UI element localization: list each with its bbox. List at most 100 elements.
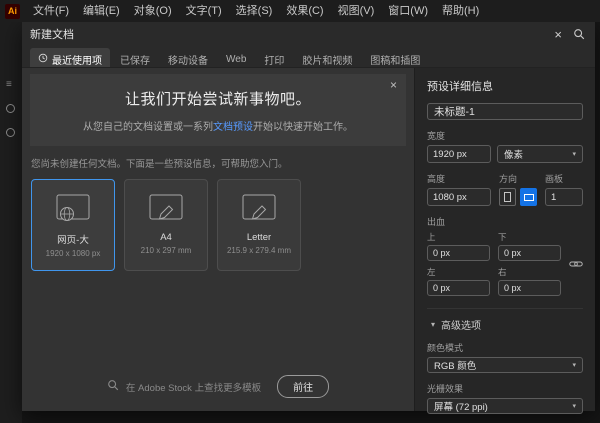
preset-cards: 网页-大 1920 x 1080 px A4 210 x 297 mm (31, 179, 405, 271)
bleed-bottom-label: 下 (498, 231, 561, 243)
color-mode-select[interactable]: RGB 颜色 ▾ (427, 357, 583, 373)
color-mode-value: RGB 颜色 (434, 358, 476, 372)
chevron-down-icon: ▾ (572, 150, 576, 158)
menu-item-help[interactable]: 帮助(H) (435, 0, 486, 22)
bleed-left-value: 0 px (433, 283, 450, 293)
banner-close-icon[interactable]: × (390, 78, 397, 92)
banner-subtitle-text: 从您自己的文档设置或一系列 (83, 122, 213, 133)
bleed-bottom-value: 0 px (504, 248, 521, 258)
intro-text: 您尚未创建任何文档。下面是一些预设信息，可帮助您入门。 (31, 156, 405, 170)
menu-item-select[interactable]: 选择(S) (229, 0, 280, 22)
tool-circle-icon[interactable] (6, 104, 15, 113)
orientation-landscape-button[interactable] (520, 188, 537, 206)
preset-size: 215.9 x 279.4 mm (227, 246, 291, 255)
menu-item-type[interactable]: 文字(T) (179, 0, 229, 22)
preset-card-a4[interactable]: A4 210 x 297 mm (124, 179, 208, 271)
menu-item-window[interactable]: 窗口(W) (381, 0, 435, 22)
print-document-icon (146, 192, 186, 226)
raster-effects-label: 光栅效果 (427, 382, 583, 395)
preset-tabs: 最近使用项 已保存 移动设备 Web 打印 胶片和视频 图稿和插图 (22, 46, 595, 68)
illustrator-window: Ai 文件(F) 编辑(E) 对象(O) 文字(T) 选择(S) 效果(C) 视… (0, 0, 600, 423)
new-document-dialog: 新建文档 × 最近使用项 已保存 移动设备 Web 打印 胶片和视频 图稿和插图 (22, 22, 595, 411)
print-document-icon (239, 192, 279, 226)
bleed-left-input[interactable]: 0 px (427, 280, 490, 296)
artboard-label: 画板 (545, 172, 583, 185)
background-toolbar: ≡ (0, 22, 22, 423)
menu-item-effect[interactable]: 效果(C) (279, 0, 330, 22)
unit-value: 像素 (504, 147, 523, 161)
dialog-titlebar: 新建文档 × (22, 22, 595, 46)
menu-item-file[interactable]: 文件(F) (26, 0, 76, 22)
orientation-portrait-button[interactable] (499, 188, 516, 206)
preset-card-letter[interactable]: Letter 215.9 x 279.4 mm (217, 179, 301, 271)
menu-item-edit[interactable]: 编辑(E) (76, 0, 127, 22)
search-icon[interactable] (569, 28, 587, 40)
advanced-options-toggle[interactable]: ▾ 高级选项 (427, 308, 583, 332)
document-presets-link[interactable]: 文档预设 (213, 122, 253, 133)
tab-print[interactable]: 打印 (256, 48, 292, 67)
bleed-label: 出血 (427, 215, 583, 228)
preset-size: 210 x 297 mm (141, 246, 192, 255)
close-icon[interactable]: × (547, 27, 569, 42)
welcome-banner: × 让我们开始尝试新事物吧。 从您自己的文档设置或一系列文档预设开始以快速开始工… (30, 74, 406, 146)
chevron-down-icon: ▾ (431, 320, 435, 329)
banner-subtitle: 从您自己的文档设置或一系列文档预设开始以快速开始工作。 (42, 118, 394, 133)
tab-web[interactable]: Web (218, 48, 254, 67)
orientation-label: 方向 (499, 172, 537, 185)
width-value: 1920 px (433, 149, 467, 160)
menu-item-view[interactable]: 视图(V) (331, 0, 382, 22)
tab-mobile[interactable]: 移动设备 (160, 48, 216, 67)
bleed-right-input[interactable]: 0 px (498, 280, 561, 296)
width-label: 宽度 (427, 129, 583, 142)
bleed-top-label: 上 (427, 231, 490, 243)
width-input[interactable]: 1920 px (427, 145, 491, 163)
menu-bar: Ai 文件(F) 编辑(E) 对象(O) 文字(T) 选择(S) 效果(C) 视… (0, 0, 600, 22)
height-value: 1080 px (433, 192, 467, 203)
preset-name: Letter (247, 232, 271, 243)
color-mode-label: 颜色模式 (427, 341, 583, 354)
panel-header: 预设详细信息 (427, 78, 583, 94)
stock-search-placeholder: 在 Adobe Stock 上查找更多模板 (126, 380, 261, 394)
tab-art-illustration[interactable]: 图稿和插图 (362, 48, 428, 67)
bleed-right-value: 0 px (504, 283, 521, 293)
preset-details-panel: 预设详细信息 未标题-1 宽度 1920 px 像素 ▾ 高度 1080 px (414, 68, 595, 411)
preset-name: A4 (160, 232, 172, 243)
height-label: 高度 (427, 172, 491, 185)
tab-label: 最近使用项 (52, 52, 102, 67)
banner-subtitle-text: 开始以快速开始工作。 (253, 122, 353, 133)
bleed-top-input[interactable]: 0 px (427, 245, 490, 261)
unit-select[interactable]: 像素 ▾ (497, 145, 583, 163)
menu-item-object[interactable]: 对象(O) (127, 0, 179, 22)
stock-search-input[interactable]: 在 Adobe Stock 上查找更多模板 (107, 378, 261, 396)
tab-recent[interactable]: 最近使用项 (30, 48, 110, 67)
bleed-bottom-input[interactable]: 0 px (498, 245, 561, 261)
raster-effects-select[interactable]: 屏幕 (72 ppi) ▾ (427, 398, 583, 414)
preset-card-web-large[interactable]: 网页-大 1920 x 1080 px (31, 179, 115, 271)
clock-icon (38, 53, 48, 66)
go-button[interactable]: 前往 (277, 375, 329, 398)
stock-search-row: 在 Adobe Stock 上查找更多模板 前往 (22, 375, 414, 398)
hamburger-icon[interactable]: ≡ (6, 80, 12, 90)
bleed-left-label: 左 (427, 266, 490, 278)
tab-saved[interactable]: 已保存 (112, 48, 158, 67)
tab-film-video[interactable]: 胶片和视频 (294, 48, 360, 67)
raster-effects-value: 屏幕 (72 ppi) (434, 399, 488, 413)
document-name-input[interactable]: 未标题-1 (427, 103, 583, 120)
search-icon (107, 378, 119, 396)
portrait-icon (504, 192, 511, 202)
bleed-top-value: 0 px (433, 248, 450, 258)
height-input[interactable]: 1080 px (427, 188, 491, 206)
preset-size: 1920 x 1080 px (46, 249, 101, 258)
advanced-options-label: 高级选项 (441, 317, 481, 332)
tool-circle-icon[interactable] (6, 128, 15, 137)
banner-title: 让我们开始尝试新事物吧。 (42, 88, 394, 109)
artboard-count-input[interactable]: 1 (545, 188, 583, 206)
bleed-right-label: 右 (498, 266, 561, 278)
web-document-icon (53, 192, 93, 226)
illustrator-app-icon: Ai (5, 4, 20, 19)
artboard-value: 1 (551, 192, 556, 203)
chevron-down-icon: ▾ (572, 402, 576, 410)
preset-name: 网页-大 (57, 232, 89, 246)
bleed-link-icon[interactable] (569, 259, 583, 269)
dialog-content: × 让我们开始尝试新事物吧。 从您自己的文档设置或一系列文档预设开始以快速开始工… (22, 68, 414, 411)
